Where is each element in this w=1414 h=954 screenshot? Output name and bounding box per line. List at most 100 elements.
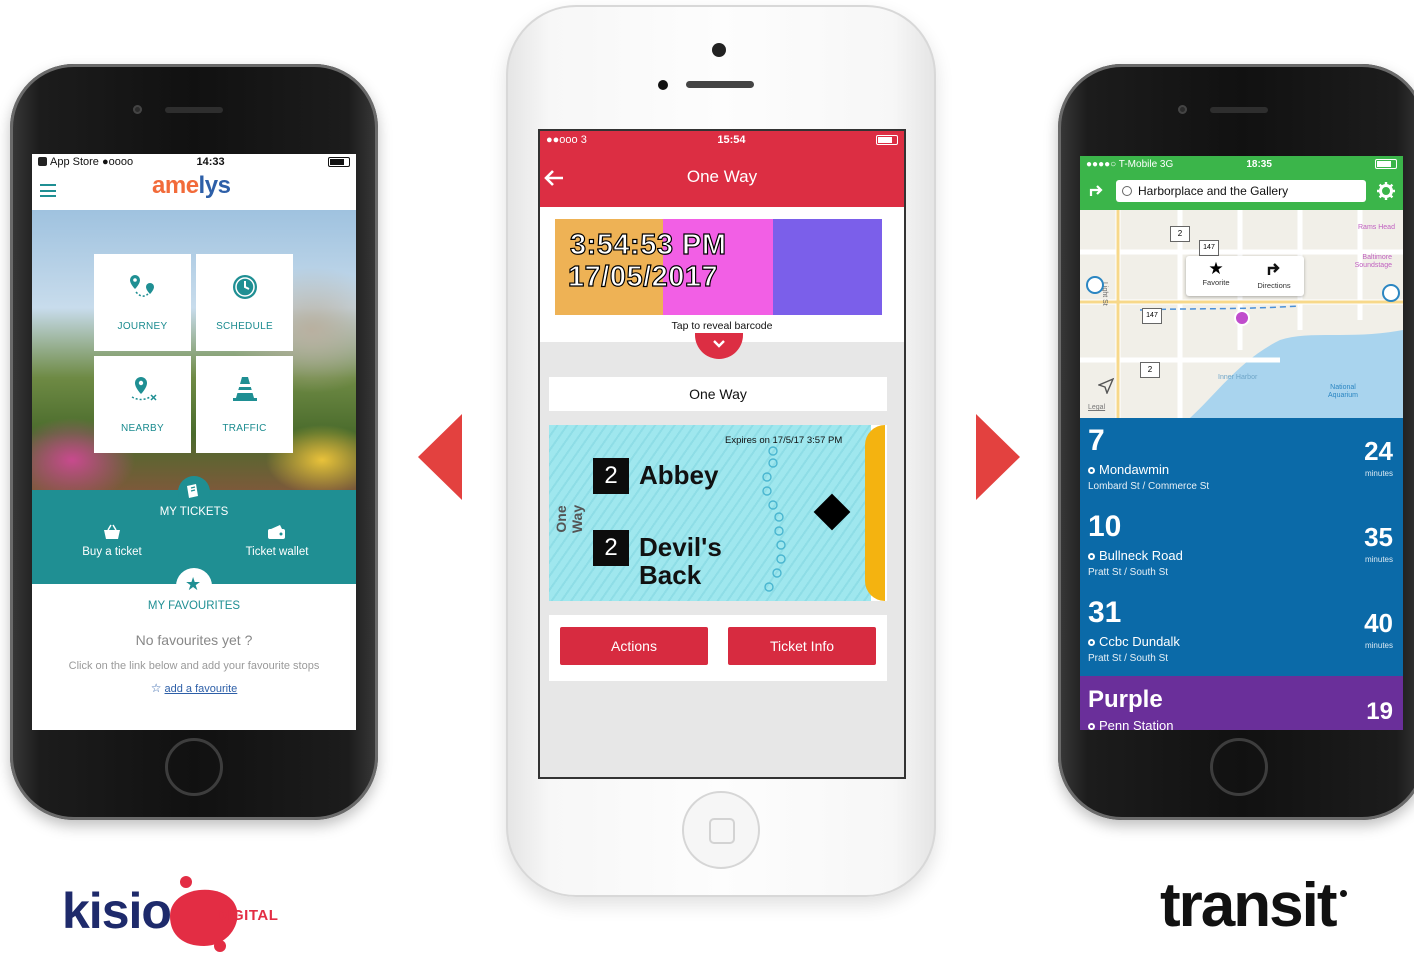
expand-button[interactable] bbox=[695, 333, 743, 359]
route-minutes: 40 bbox=[1364, 608, 1393, 638]
phone-transit: ●●●●○ T-Mobile 3G 18:35 Harborplace and … bbox=[1058, 64, 1414, 820]
gear-icon[interactable] bbox=[1377, 182, 1395, 200]
earpiece bbox=[1210, 107, 1268, 113]
transit-logo-dots bbox=[1340, 890, 1348, 897]
basket-icon bbox=[104, 524, 120, 539]
buy-ticket-button[interactable]: Buy a ticket bbox=[72, 524, 152, 558]
favourites-title: MY FAVOURITES bbox=[147, 600, 241, 612]
earpiece bbox=[686, 81, 754, 88]
tile-schedule[interactable]: SCHEDULE bbox=[196, 254, 293, 351]
phone-amelys: App Store ●oooo 14:33 amelys JOURNEY SCH… bbox=[10, 64, 378, 820]
map-view[interactable]: Rams Head Baltimore Soundstage Inner Har… bbox=[1080, 210, 1403, 418]
nearby-pin-icon bbox=[131, 377, 157, 401]
destination-dot-icon bbox=[1088, 723, 1095, 730]
route-minutes: 19 bbox=[1366, 698, 1393, 725]
search-icon bbox=[1122, 186, 1132, 196]
front-camera bbox=[1178, 105, 1187, 114]
route-shield: 2 bbox=[1170, 226, 1190, 242]
tickets-icon bbox=[187, 484, 198, 498]
add-favourite-link[interactable]: ☆ add a favourite bbox=[32, 681, 356, 695]
my-tickets-title: MY TICKETS bbox=[159, 506, 229, 518]
map-label-inner-harbor: Inner Harbor bbox=[1218, 374, 1258, 381]
route-number: Purple bbox=[1088, 686, 1163, 713]
no-favourites-text: No favourites yet ? bbox=[135, 632, 253, 648]
status-time: 14:33 bbox=[196, 156, 225, 168]
directions-action[interactable]: Directions bbox=[1246, 260, 1302, 290]
app-header: One Way bbox=[540, 149, 904, 207]
chevron-down-icon bbox=[713, 340, 725, 348]
status-carrier: App Store ●oooo bbox=[38, 156, 133, 168]
route-minutes-unit: minutes bbox=[1364, 641, 1393, 650]
reveal-barcode-hint: Tap to reveal barcode bbox=[671, 320, 773, 332]
from-zone: 2 bbox=[593, 458, 629, 494]
status-time: 18:35 bbox=[1246, 158, 1272, 170]
status-bar: App Store ●oooo 14:33 bbox=[32, 154, 356, 170]
route-shield: 2 bbox=[1140, 362, 1160, 378]
amelys-screen: App Store ●oooo 14:33 amelys JOURNEY SCH… bbox=[32, 154, 356, 730]
wallet-icon bbox=[268, 525, 285, 539]
ticket-info-button[interactable]: Ticket Info bbox=[728, 627, 876, 665]
route-destination: Mondawmin bbox=[1088, 462, 1169, 477]
status-carrier: ●●●●○ T-Mobile 3G bbox=[1086, 158, 1174, 170]
route-shield: 147 bbox=[1142, 308, 1162, 324]
route-row[interactable]: Purple Penn Station 19 bbox=[1080, 676, 1403, 730]
map-label-soundstage: Baltimore Soundstage bbox=[1354, 254, 1392, 269]
bike-share-icon bbox=[1086, 276, 1104, 294]
status-bar: ●●ooo 3 15:54 bbox=[540, 131, 904, 149]
home-button[interactable] bbox=[1210, 738, 1268, 796]
search-input[interactable]: Harborplace and the Gallery bbox=[1116, 180, 1366, 202]
battery-icon bbox=[328, 157, 350, 167]
barcode-card[interactable]: 3:54:53 PM 17/05/2017 Tap to reveal barc… bbox=[540, 207, 904, 342]
route-row[interactable]: 7 Mondawmin Lombard St / Commerce St 24 minu… bbox=[1080, 418, 1403, 505]
route-number: 31 bbox=[1088, 596, 1122, 629]
favorite-action[interactable]: ★ Favorite bbox=[1188, 259, 1244, 288]
route-stop: Lombard St / Commerce St bbox=[1088, 481, 1210, 492]
turn-right-icon bbox=[1267, 263, 1280, 275]
ticket-graphic: One Way Expires on 17/5/17 3:57 PM 2 Abb… bbox=[549, 425, 887, 601]
route-stop: Pratt St / South St bbox=[1088, 653, 1169, 664]
transit-screen: ●●●●○ T-Mobile 3G 18:35 Harborplace and … bbox=[1080, 156, 1403, 730]
ticket-dots bbox=[762, 446, 786, 592]
left-arrow-icon bbox=[418, 414, 462, 500]
route-minutes: 35 bbox=[1364, 522, 1393, 552]
map-label-aquarium: National Aquarium bbox=[1328, 384, 1358, 399]
star-outline-icon: ☆ bbox=[150, 681, 162, 695]
tile-traffic[interactable]: TRAFFIC bbox=[196, 356, 293, 453]
route-minutes-unit: minutes bbox=[1364, 469, 1393, 478]
background-photo bbox=[32, 210, 356, 490]
kisio-sub: DIGITAL bbox=[216, 907, 279, 924]
validation-date: 17/05/2017 bbox=[567, 260, 719, 293]
status-bar: ●●●●○ T-Mobile 3G 18:35 bbox=[1080, 156, 1403, 172]
ticket-screen: ●●ooo 3 15:54 One Way 3:54:53 PM 17/05/2… bbox=[538, 129, 906, 779]
to-stop: Devil's Back bbox=[639, 532, 722, 590]
map-pin[interactable] bbox=[1234, 310, 1250, 326]
route-destination: Ccbc Dundalk bbox=[1088, 634, 1180, 649]
hamburger-menu-icon[interactable] bbox=[40, 184, 56, 197]
actions-button[interactable]: Actions bbox=[560, 627, 708, 665]
star-icon: ★ bbox=[1208, 259, 1224, 278]
destination-dot-icon bbox=[1088, 553, 1095, 560]
route-row[interactable]: 31 Ccbc Dundalk Pratt St / South St 40 minut… bbox=[1080, 590, 1403, 677]
amelys-logo: amelys bbox=[152, 172, 231, 199]
route-minutes: 24 bbox=[1364, 436, 1393, 466]
to-zone: 2 bbox=[593, 530, 629, 566]
right-arrow-icon bbox=[976, 414, 1020, 500]
favourites-section: ★ MY FAVOURITES No favourites yet ? Clic… bbox=[32, 568, 356, 730]
directions-arrow-icon[interactable] bbox=[1089, 183, 1105, 197]
destination-dot-icon bbox=[1088, 467, 1095, 474]
kisio-digital-logo: kisio DIGITAL bbox=[62, 874, 292, 954]
ticket-type-row: One Way bbox=[549, 377, 887, 411]
route-row[interactable]: 10 Bullneck Road Pratt St / South St 35 minu… bbox=[1080, 504, 1403, 591]
tile-journey[interactable]: JOURNEY bbox=[94, 254, 191, 351]
battery-icon bbox=[876, 135, 898, 145]
tile-nearby[interactable]: NEARBY bbox=[94, 356, 191, 453]
route-number: 10 bbox=[1088, 510, 1122, 543]
earpiece bbox=[165, 107, 223, 113]
ticket-edge bbox=[865, 425, 885, 601]
home-button[interactable] bbox=[165, 738, 223, 796]
phone-ticket: ●●ooo 3 15:54 One Way 3:54:53 PM 17/05/2… bbox=[506, 5, 936, 897]
route-shield: 147 bbox=[1199, 240, 1219, 256]
home-button[interactable] bbox=[682, 791, 760, 869]
location-arrow-icon[interactable] bbox=[1098, 378, 1114, 394]
ticket-wallet-button[interactable]: Ticket wallet bbox=[236, 524, 318, 558]
